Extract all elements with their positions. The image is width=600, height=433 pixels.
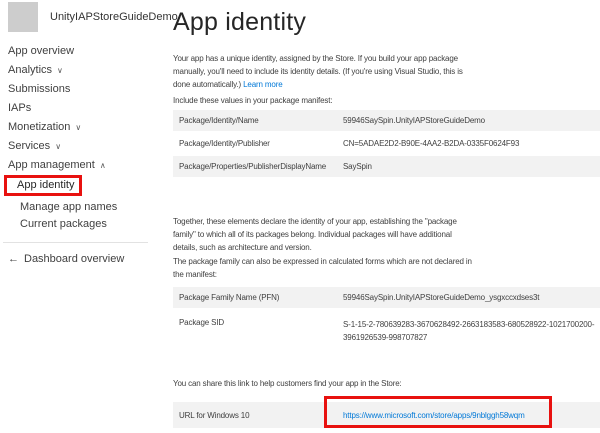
sidebar-item-label: Manage app names	[20, 201, 117, 213]
together-line: Together, these elements declare the ide…	[173, 215, 457, 228]
calculated-line: the manifest:	[173, 268, 472, 281]
table-row: URL for Windows 10 https://www.microsoft…	[173, 402, 600, 428]
include-heading: Include these values in your package man…	[173, 94, 332, 107]
back-link-label: Dashboard overview	[24, 253, 124, 265]
row-label: Package/Identity/Name	[173, 116, 343, 125]
sidebar-item-label: Monetization	[8, 121, 70, 133]
row-value: CN=5ADAE2D2-B90E-4AA2-B2DA-0335F0624F93	[343, 139, 600, 148]
sidebar-item-app-overview[interactable]: App overview	[0, 41, 168, 60]
sidebar: UnityIAPStoreGuideDemo App overview Anal…	[0, 0, 168, 433]
row-label: Package/Identity/Publisher	[173, 139, 343, 148]
intro-line: done automatically.) Learn more	[173, 78, 463, 91]
chevron-down-icon: ∨	[57, 66, 63, 75]
sidebar-item-label: App overview	[8, 45, 74, 57]
store-url-link[interactable]: https://www.microsoft.com/store/apps/9nb…	[343, 411, 525, 420]
intro-line-text: done automatically.)	[173, 80, 241, 89]
dashboard-overview-link[interactable]: ← Dashboard overview	[0, 253, 168, 265]
sidebar-divider	[3, 242, 148, 243]
chevron-up-icon: ∧	[100, 161, 106, 170]
intro-line: Your app has a unique identity, assigned…	[173, 52, 463, 65]
calculated-line: The package family can also be expressed…	[173, 255, 472, 268]
table-row: Package/Properties/PublisherDisplayName …	[173, 156, 600, 177]
sidebar-item-app-management[interactable]: App management ∧	[0, 155, 168, 174]
app-header: UnityIAPStoreGuideDemo	[8, 2, 178, 32]
main-content: App identity Your app has a unique ident…	[173, 0, 600, 433]
app-management-subnav: App identity Manage app names Current pa…	[0, 174, 168, 232]
sidebar-item-label: App management	[8, 159, 95, 171]
row-value: 59946SaySpin.UnityIAPStoreGuideDemo	[343, 116, 600, 125]
sidebar-nav: App overview Analytics ∨ Submissions IAP…	[0, 41, 168, 265]
sidebar-item-app-identity[interactable]: App identity	[4, 175, 82, 196]
chevron-down-icon: ∨	[75, 123, 81, 132]
together-line: details, such as architecture and versio…	[173, 241, 457, 254]
together-paragraph: Together, these elements declare the ide…	[173, 215, 457, 254]
row-label: URL for Windows 10	[173, 411, 343, 420]
row-label: Package Family Name (PFN)	[173, 293, 343, 302]
back-arrow-icon: ←	[8, 253, 19, 265]
row-value: S-1-15-2-780639283-3670628492-2663183583…	[343, 310, 595, 344]
calculated-paragraph: The package family can also be expressed…	[173, 255, 472, 281]
share-heading: You can share this link to help customer…	[173, 377, 402, 390]
sidebar-item-label: Services	[8, 140, 50, 152]
intro-paragraph: Your app has a unique identity, assigned…	[173, 52, 463, 91]
package-family-table: Package Family Name (PFN) 59946SaySpin.U…	[173, 287, 600, 356]
app-name: UnityIAPStoreGuideDemo	[50, 11, 178, 23]
sidebar-item-label: IAPs	[8, 102, 31, 114]
sidebar-item-iaps[interactable]: IAPs	[0, 98, 168, 117]
chevron-down-icon: ∨	[55, 142, 61, 151]
sidebar-item-manage-app-names[interactable]: Manage app names	[0, 198, 168, 215]
row-value: SaySpin	[343, 162, 600, 171]
sidebar-item-services[interactable]: Services ∨	[0, 136, 168, 155]
table-row: Package/Identity/Name 59946SaySpin.Unity…	[173, 110, 600, 131]
sidebar-item-label: Analytics	[8, 64, 52, 76]
sidebar-item-analytics[interactable]: Analytics ∨	[0, 60, 168, 79]
sidebar-item-label: Submissions	[8, 83, 70, 95]
sidebar-item-submissions[interactable]: Submissions	[0, 79, 168, 98]
app-icon-placeholder	[8, 2, 38, 32]
row-value: 59946SaySpin.UnityIAPStoreGuideDemo_ysgx…	[343, 293, 600, 302]
together-line: family" to which all of its packages bel…	[173, 228, 457, 241]
row-label: Package/Properties/PublisherDisplayName	[173, 162, 343, 171]
learn-more-link[interactable]: Learn more	[243, 80, 282, 89]
sidebar-item-current-packages[interactable]: Current packages	[0, 215, 168, 232]
sidebar-item-label: Current packages	[20, 218, 107, 230]
manifest-table: Package/Identity/Name 59946SaySpin.Unity…	[173, 110, 600, 179]
table-row: Package SID S-1-15-2-780639283-367062849…	[173, 310, 600, 354]
sidebar-item-monetization[interactable]: Monetization ∨	[0, 117, 168, 136]
table-row: Package/Identity/Publisher CN=5ADAE2D2-B…	[173, 133, 600, 154]
table-row: Package Family Name (PFN) 59946SaySpin.U…	[173, 287, 600, 308]
store-url-table: URL for Windows 10 https://www.microsoft…	[173, 402, 600, 430]
row-label: Package SID	[173, 310, 343, 327]
intro-line: manually, you'll need to include its ide…	[173, 65, 463, 78]
page-title: App identity	[173, 9, 306, 35]
